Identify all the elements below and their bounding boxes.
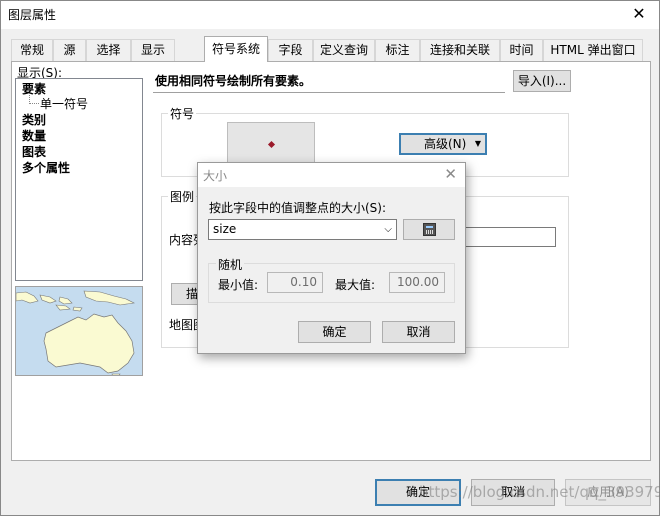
tree-item-charts[interactable]: 图表 [22,144,46,160]
advanced-label: 高级(N) [424,137,467,151]
max-value-input[interactable]: 100.00 [389,272,445,293]
dropdown-arrow-icon: ▼ [474,139,481,148]
australia-map-thumbnail [16,287,142,375]
field-prompt-label: 按此字段中的值调整点的大小(S): [209,201,387,215]
tab-html-popup[interactable]: HTML 弹出窗口 [543,39,643,61]
layer-properties-window: 图层属性 ✕ 常规 源 选择 显示 符号系统 字段 定义查询 标注 连接和关联 … [0,0,660,516]
tab-joins-relates[interactable]: 连接和关联 [420,39,500,61]
symbol-group-title: 符号 [168,105,197,122]
tab-fields[interactable]: 字段 [268,39,313,61]
calculator-button[interactable] [403,219,455,240]
tree-item-multiple-attributes[interactable]: 多个属性 [22,160,70,176]
import-button[interactable]: 导入(I)... [513,70,571,92]
tree-item-quantities[interactable]: 数量 [22,128,46,144]
dialog-cancel-button[interactable]: 取消 [382,321,455,343]
tab-source[interactable]: 源 [53,39,86,61]
watermark-text: https://blog.csdn.net/qq_39397927 [419,483,660,501]
min-value-label: 最小值: [218,278,259,292]
point-symbol-icon [267,140,276,149]
tab-labels[interactable]: 标注 [375,39,420,61]
tree-item-single-symbol[interactable]: 单一符号 [40,96,88,112]
min-value-input[interactable]: 0.10 [267,272,323,293]
map-preview-image [15,286,143,376]
legend-group-title: 图例 [168,188,197,205]
dialog-close-icon[interactable]: ✕ [444,165,457,183]
tree-connector [29,95,39,104]
dialog-ok-button[interactable]: 确定 [298,321,371,343]
size-field-select[interactable]: size ⌵ [208,219,397,240]
size-dialog-title: 大小 [203,169,228,183]
renderer-tree: 要素 单一符号 类别 数量 图表 多个属性 [15,78,143,281]
size-field-value: size [213,222,237,236]
tab-time[interactable]: 时间 [500,39,543,61]
renderer-description: 使用相同符号绘制所有要素。 [153,71,505,93]
tab-display[interactable]: 显示 [131,39,175,61]
tab-definition-query[interactable]: 定义查询 [313,39,375,61]
tab-general[interactable]: 常规 [11,39,53,61]
close-icon[interactable]: ✕ [629,4,649,24]
title-bar: 图层属性 ✕ [1,1,659,29]
tab-bar: 常规 源 选择 显示 符号系统 字段 定义查询 标注 连接和关联 时间 HTML… [11,36,651,62]
calculator-icon [423,223,436,236]
tab-selection[interactable]: 选择 [86,39,131,61]
tree-item-categories[interactable]: 类别 [22,112,46,128]
size-dialog-title-bar: 大小 ✕ [198,163,465,187]
max-value-label: 最大值: [335,278,376,292]
chevron-down-icon: ⌵ [384,224,392,235]
tab-symbology[interactable]: 符号系统 [204,36,268,62]
random-group-title: 随机 [216,256,245,273]
size-dialog: 大小 ✕ 按此字段中的值调整点的大小(S): size ⌵ 随机 最小值: 0.… [197,162,466,354]
advanced-button[interactable]: 高级(N) ▼ [399,133,487,155]
symbol-swatch-button[interactable] [227,122,315,166]
window-title: 图层属性 [8,8,57,22]
